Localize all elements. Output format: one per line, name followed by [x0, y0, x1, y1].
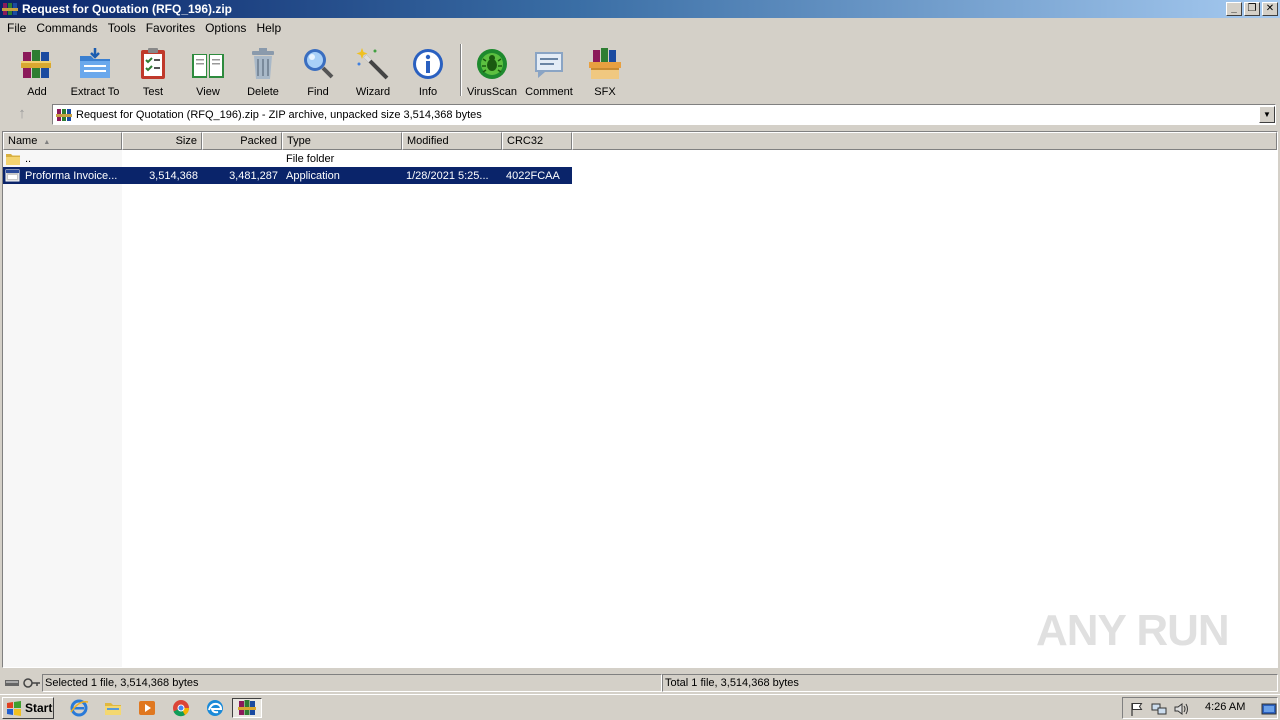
minimize-button[interactable]: _	[1226, 2, 1242, 16]
magnifier-icon	[304, 49, 334, 79]
column-header-crc32[interactable]: CRC32	[502, 132, 572, 150]
extract-to-button[interactable]: Extract To	[67, 42, 123, 98]
table-row-parent-folder[interactable]: .. File folder	[3, 150, 572, 167]
comment-icon	[535, 52, 563, 78]
restore-button[interactable]: ❐	[1244, 2, 1260, 16]
show-desktop-icon[interactable]	[1261, 701, 1277, 717]
row-crc32: 4022FCAA	[506, 169, 560, 182]
application-icon	[5, 169, 20, 181]
column-header-type[interactable]: Type	[282, 132, 402, 150]
sfx-button[interactable]: SFX	[577, 42, 633, 98]
row-name: Proforma Invoice...	[25, 169, 118, 182]
address-bar: ↑ Request for Quotation (RFQ_196).zip - …	[0, 102, 1280, 128]
winrar-app-icon[interactable]	[2, 1, 18, 17]
chrome-icon[interactable]	[170, 698, 192, 718]
taskbar: Start 4:26 AM	[0, 694, 1280, 720]
toolbar: Add Extract To Test View Delete Find Wiz…	[0, 38, 1280, 100]
test-clipboard-icon	[141, 48, 165, 79]
window-title: Request for Quotation (RFQ_196).zip	[22, 2, 233, 16]
magic-wand-icon	[356, 48, 389, 80]
windows-logo-icon	[7, 701, 21, 716]
trash-can-icon	[252, 48, 274, 79]
clock: 4:26 AM	[1205, 701, 1246, 713]
start-label: Start	[25, 701, 53, 715]
edge-icon[interactable]	[204, 698, 226, 718]
info-button[interactable]: Info	[400, 42, 456, 98]
network-icon[interactable]	[1151, 701, 1167, 717]
up-arrow-icon: ↑	[18, 105, 26, 122]
winrar-books-icon	[21, 50, 51, 78]
menu-commands[interactable]: Commands	[31, 21, 102, 35]
sfx-label: SFX	[594, 86, 616, 98]
status-bar: Selected 1 file, 3,514,368 bytes Total 1…	[0, 673, 1280, 693]
file-explorer-icon[interactable]	[102, 698, 124, 718]
menu-favorites[interactable]: Favorites	[141, 21, 200, 35]
address-text: Request for Quotation (RFQ_196).zip - ZI…	[76, 108, 482, 121]
add-button[interactable]: Add	[9, 42, 65, 98]
table-row-proforma-invoice[interactable]: Proforma Invoice... 3,514,368 3,481,287 …	[3, 167, 572, 184]
volume-icon[interactable]	[1173, 701, 1189, 717]
chevron-down-icon: ▼	[1263, 110, 1271, 119]
flag-icon[interactable]	[1129, 701, 1145, 717]
column-header-size[interactable]: Size	[122, 132, 202, 150]
file-list[interactable]: Name ▲ Size Packed Type Modified CRC32 ..…	[2, 131, 1278, 668]
archive-icon	[56, 108, 72, 121]
row-packed: 3,481,287	[229, 169, 278, 182]
row-type: File folder	[286, 152, 335, 165]
name-column-shade	[3, 150, 122, 667]
row-name: ..	[25, 152, 32, 165]
up-button[interactable]: ↑	[8, 105, 36, 125]
row-modified: 1/28/2021 5:25...	[406, 169, 489, 182]
address-dropdown-button[interactable]: ▼	[1259, 106, 1275, 123]
sort-ascending-icon: ▲	[43, 139, 51, 146]
column-name-label: Name	[8, 135, 38, 147]
info-icon	[413, 49, 443, 79]
address-field[interactable]: Request for Quotation (RFQ_196).zip - ZI…	[52, 104, 1276, 125]
menu-file[interactable]: File	[2, 21, 31, 35]
anyrun-watermark: ANY RUN	[1036, 606, 1230, 655]
column-header-filler	[572, 132, 1277, 150]
internet-explorer-icon[interactable]	[68, 698, 90, 718]
column-header-packed[interactable]: Packed	[202, 132, 282, 150]
virusscan-button[interactable]: VirusScan	[464, 42, 520, 98]
menu-bar: File Commands Tools Favorites Options He…	[0, 18, 1280, 38]
row-type: Application	[286, 169, 340, 182]
system-tray: 4:26 AM	[1122, 697, 1278, 719]
folder-icon	[6, 153, 20, 165]
column-header-modified[interactable]: Modified	[402, 132, 502, 150]
virus-scan-icon	[477, 49, 507, 79]
row-size: 3,514,368	[149, 169, 198, 182]
title-bar: Request for Quotation (RFQ_196).zip _ ❐ …	[0, 0, 1280, 18]
column-header-name[interactable]: Name ▲	[3, 132, 122, 150]
extract-folder-icon	[80, 48, 110, 78]
winrar-icon	[238, 700, 256, 715]
winrar-taskbar-button[interactable]	[232, 698, 262, 718]
sfx-box-icon	[589, 48, 621, 79]
drive-key-icon	[5, 678, 40, 688]
status-total: Total 1 file, 3,514,368 bytes	[662, 674, 1278, 692]
column-headers: Name ▲ Size Packed Type Modified CRC32	[3, 132, 1277, 150]
info-label: Info	[418, 86, 438, 98]
status-selected: Selected 1 file, 3,514,368 bytes	[42, 674, 662, 692]
menu-options[interactable]: Options	[200, 21, 251, 35]
menu-help[interactable]: Help	[251, 21, 286, 35]
start-button[interactable]: Start	[2, 697, 54, 719]
media-player-icon[interactable]	[136, 698, 158, 718]
menu-tools[interactable]: Tools	[103, 21, 141, 35]
close-button[interactable]: ✕	[1262, 2, 1278, 16]
view-book-icon	[192, 54, 224, 78]
